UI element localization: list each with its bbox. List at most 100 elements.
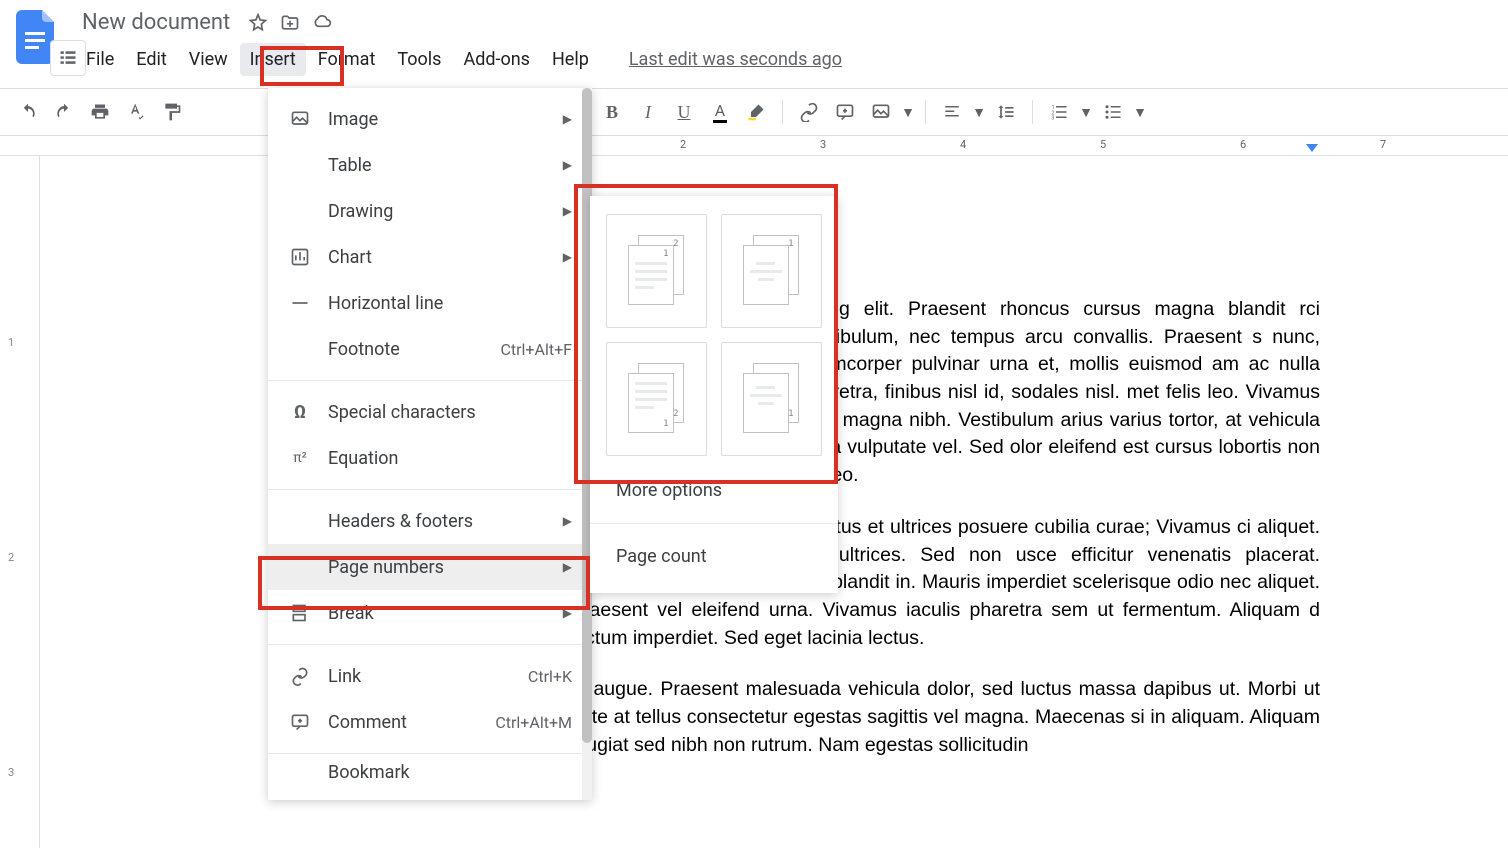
outline-button[interactable]	[50, 40, 86, 76]
menu-label: Headers & footers	[328, 511, 563, 532]
menu-tools[interactable]: Tools	[387, 43, 451, 76]
menu-item-break[interactable]: Break ▶	[268, 590, 592, 636]
submenu-arrow-icon: ▶	[563, 514, 572, 528]
paint-format-button[interactable]	[156, 96, 188, 128]
align-button[interactable]	[936, 96, 968, 128]
numbered-list-button[interactable]: 123	[1043, 96, 1075, 128]
menu-label: Break	[328, 603, 563, 624]
menu-edit[interactable]: Edit	[126, 43, 176, 76]
menu-item-image[interactable]: Image ▶	[268, 96, 592, 142]
menu-label: Bookmark	[328, 762, 572, 783]
ruler-tick: 2	[680, 138, 686, 151]
svg-text:3: 3	[1052, 116, 1055, 122]
menu-item-bookmark[interactable]: Bookmark	[268, 762, 592, 792]
menu-item-comment[interactable]: Comment Ctrl+Alt+M	[268, 699, 592, 745]
ruler-tick: 3	[820, 138, 826, 151]
menu-label: Special characters	[328, 402, 572, 423]
submenu-arrow-icon: ▶	[563, 250, 572, 264]
menu-addons[interactable]: Add-ons	[453, 43, 540, 76]
page-numbers-submenu: 2 1 1 2	[590, 196, 838, 593]
menu-label: Page numbers	[328, 557, 563, 578]
highlight-button[interactable]	[740, 96, 772, 128]
menu-item-headers-footers[interactable]: Headers & footers ▶	[268, 498, 592, 544]
menu-item-special-characters[interactable]: Ω Special characters	[268, 389, 592, 435]
last-edit-link[interactable]: Last edit was seconds ago	[629, 49, 842, 70]
menu-label: Comment	[328, 712, 495, 733]
menu-divider	[268, 644, 592, 645]
text-color-button[interactable]: A	[704, 96, 736, 128]
horizontal-ruler[interactable]: 2 3 4 5 6 7	[0, 136, 1508, 156]
menu-label: Table	[328, 155, 563, 176]
undo-button[interactable]	[12, 96, 44, 128]
menubar: File Edit View Insert Format Tools Add-o…	[76, 43, 1492, 76]
menu-insert[interactable]: Insert	[240, 43, 306, 76]
page-number-style-footer-right[interactable]: 2 1	[606, 342, 707, 456]
chart-icon	[288, 245, 312, 269]
menu-item-footnote[interactable]: Footnote Ctrl+Alt+F	[268, 326, 592, 372]
menu-format[interactable]: Format	[308, 43, 386, 76]
menu-label: Equation	[328, 448, 572, 469]
image-icon	[288, 107, 312, 131]
image-dropdown-arrow[interactable]: ▼	[901, 100, 915, 124]
add-comment-button[interactable]	[829, 96, 861, 128]
menu-label: Image	[328, 109, 563, 130]
right-indent-marker[interactable]	[1306, 144, 1318, 152]
document-title[interactable]: New document	[76, 8, 236, 37]
redo-button[interactable]	[48, 96, 80, 128]
equation-icon: π²	[288, 446, 312, 470]
menu-help[interactable]: Help	[542, 43, 599, 76]
star-icon[interactable]	[248, 13, 268, 33]
menu-label: Chart	[328, 247, 563, 268]
vertical-ruler[interactable]: 1 2 3	[8, 156, 30, 848]
submenu-arrow-icon: ▶	[563, 158, 572, 172]
cloud-status-icon[interactable]	[312, 13, 332, 33]
menu-divider	[268, 753, 592, 754]
bold-button[interactable]: B	[596, 96, 628, 128]
comment-icon	[288, 710, 312, 734]
italic-button[interactable]: I	[632, 96, 664, 128]
horizontal-line-icon	[288, 291, 312, 315]
page-number-style-footer-skip-first[interactable]: 1	[721, 342, 822, 456]
break-icon	[288, 601, 312, 625]
submenu-arrow-icon: ▶	[563, 560, 572, 574]
submenu-arrow-icon: ▶	[563, 204, 572, 218]
underline-button[interactable]: U	[668, 96, 700, 128]
shortcut-label: Ctrl+Alt+M	[495, 713, 572, 732]
submenu-more-options[interactable]: More options	[590, 466, 838, 515]
bulleted-list-dropdown[interactable]: ▼	[1133, 100, 1147, 124]
ruler-tick: 5	[1100, 138, 1106, 151]
link-icon	[288, 664, 312, 688]
insert-image-button[interactable]	[865, 96, 897, 128]
page-number-style-header-right[interactable]: 2 1	[606, 214, 707, 328]
numbered-list-dropdown[interactable]: ▼	[1079, 100, 1093, 124]
menu-label: Footnote	[328, 339, 500, 360]
submenu-arrow-icon: ▶	[563, 606, 572, 620]
shortcut-label: Ctrl+K	[528, 667, 572, 686]
menu-item-table[interactable]: Table ▶	[268, 142, 592, 188]
line-spacing-button[interactable]	[990, 96, 1022, 128]
ruler-tick: 7	[1380, 138, 1386, 151]
shortcut-label: Ctrl+Alt+F	[500, 340, 572, 359]
menu-item-equation[interactable]: π² Equation	[268, 435, 592, 481]
bulleted-list-button[interactable]	[1097, 96, 1129, 128]
menu-item-horizontal-line[interactable]: Horizontal line	[268, 280, 592, 326]
spellcheck-button[interactable]	[120, 96, 152, 128]
menu-item-chart[interactable]: Chart ▶	[268, 234, 592, 280]
menu-view[interactable]: View	[179, 43, 238, 76]
menu-label: Horizontal line	[328, 293, 572, 314]
vruler-tick: 2	[8, 551, 14, 564]
print-button[interactable]	[84, 96, 116, 128]
menu-item-page-numbers[interactable]: Page numbers ▶	[268, 544, 592, 590]
page-number-style-header-skip-first[interactable]: 1	[721, 214, 822, 328]
vruler-tick: 1	[8, 336, 14, 349]
submenu-page-count[interactable]: Page count	[590, 532, 838, 581]
insert-link-button[interactable]	[793, 96, 825, 128]
menu-item-link[interactable]: Link Ctrl+K	[268, 653, 592, 699]
menu-label: Link	[328, 666, 528, 687]
ruler-tick: 6	[1240, 138, 1246, 151]
move-icon[interactable]	[280, 13, 300, 33]
align-dropdown-arrow[interactable]: ▼	[972, 100, 986, 124]
insert-dropdown: Image ▶ Table ▶ Drawing ▶ Chart ▶ Horizo…	[268, 88, 592, 800]
menu-item-drawing[interactable]: Drawing ▶	[268, 188, 592, 234]
menu-label: Drawing	[328, 201, 563, 222]
